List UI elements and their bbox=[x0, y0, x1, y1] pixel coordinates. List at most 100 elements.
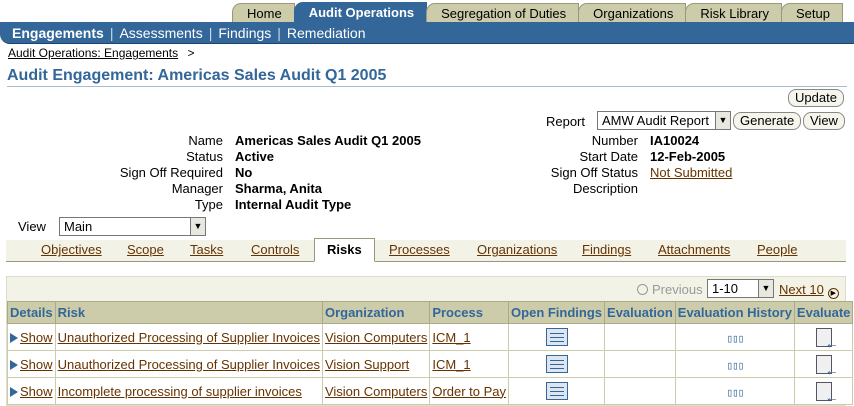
tab-risk-library[interactable]: Risk Library bbox=[685, 3, 783, 22]
evaluation-cell bbox=[604, 350, 676, 378]
breadcrumb-separator: > bbox=[187, 46, 195, 60]
organization-link[interactable]: Vision Support bbox=[325, 357, 409, 372]
tab-objectives[interactable]: Objectives bbox=[41, 242, 102, 257]
risk-link[interactable]: Incomplete processing of supplier invoic… bbox=[58, 384, 302, 399]
risk-link[interactable]: Unauthorized Processing of Supplier Invo… bbox=[58, 357, 320, 372]
organization-link[interactable]: Vision Computers bbox=[325, 384, 427, 399]
process-link[interactable]: ICM_1 bbox=[432, 330, 470, 345]
tab-people[interactable]: People bbox=[757, 242, 797, 257]
col-organization[interactable]: Organization bbox=[321, 301, 431, 324]
evaluate-icon[interactable] bbox=[815, 354, 839, 378]
open-findings-icon[interactable] bbox=[545, 328, 568, 346]
top-tab-bar: Home Audit Operations Segregation of Dut… bbox=[232, 2, 843, 22]
update-button[interactable]: Update bbox=[788, 89, 844, 107]
open-findings-icon[interactable] bbox=[545, 355, 568, 373]
expand-arrow-icon[interactable] bbox=[10, 332, 18, 343]
evaluate-icon[interactable] bbox=[815, 327, 839, 351]
report-select[interactable]: AMW Audit Report ▼ bbox=[597, 111, 731, 130]
tab-home[interactable]: Home bbox=[232, 3, 295, 22]
expand-arrow-icon[interactable] bbox=[10, 359, 18, 370]
evaluate-cell bbox=[793, 323, 854, 351]
dropdown-arrow-icon: ▼ bbox=[758, 280, 773, 297]
process-link[interactable]: ICM_1 bbox=[432, 357, 470, 372]
tab-segregation-of-duties[interactable]: Segregation of Duties bbox=[426, 3, 580, 22]
tab-audit-operations[interactable]: Audit Operations bbox=[293, 2, 428, 22]
view-button[interactable]: View bbox=[803, 112, 845, 130]
evaluation-history-cell: ▯▯▯ bbox=[674, 377, 795, 405]
start-date-label: Start Date bbox=[579, 149, 638, 164]
open-findings-cell bbox=[508, 350, 606, 378]
tab-controls[interactable]: Controls bbox=[251, 242, 299, 257]
manager-value: Sharma, Anita bbox=[235, 181, 322, 196]
generate-button[interactable]: Generate bbox=[733, 112, 802, 130]
tab-findings[interactable]: Findings bbox=[582, 242, 631, 257]
sub-tab-bar: Objectives Scope Tasks Controls Risks Pr… bbox=[6, 238, 846, 262]
evaluation-cell bbox=[604, 323, 676, 351]
details-cell: Show bbox=[7, 377, 56, 405]
details-cell: Show bbox=[7, 323, 56, 351]
sign-off-status-link[interactable]: Not Submitted bbox=[650, 165, 732, 180]
breadcrumb: Audit Operations: Engagements > bbox=[8, 46, 194, 60]
tab-risks[interactable]: Risks bbox=[314, 238, 375, 262]
risk-cell: Unauthorized Processing of Supplier Invo… bbox=[54, 323, 323, 351]
subnav-assessments[interactable]: Assessments bbox=[119, 25, 202, 41]
report-select-value: AMW Audit Report bbox=[602, 113, 709, 128]
organization-link[interactable]: Vision Computers bbox=[325, 330, 427, 345]
dropdown-arrow-icon: ▼ bbox=[190, 218, 205, 235]
risk-cell: Incomplete processing of supplier invoic… bbox=[54, 377, 323, 405]
col-risk[interactable]: Risk bbox=[54, 301, 323, 324]
sign-off-required-label: Sign Off Required bbox=[119, 165, 223, 180]
evaluation-history-cell: ▯▯▯ bbox=[674, 323, 795, 351]
evaluation-history-icon[interactable]: ▯▯▯ bbox=[726, 332, 744, 345]
pager-next-label[interactable]: Next 10 bbox=[779, 282, 824, 297]
tab-setup[interactable]: Setup bbox=[781, 3, 843, 22]
subnav-separator: | bbox=[208, 25, 213, 41]
previous-arrow-icon bbox=[637, 284, 648, 295]
pager-next[interactable]: Next 10 ▶ bbox=[779, 282, 839, 299]
evaluate-icon[interactable] bbox=[815, 381, 839, 405]
description-label: Description bbox=[572, 181, 638, 196]
show-details-link[interactable]: Show bbox=[20, 330, 53, 345]
subnav: Engagements | Assessments | Findings | R… bbox=[12, 25, 366, 41]
manager-label: Manager bbox=[171, 181, 223, 196]
breadcrumb-link-engagements[interactable]: Audit Operations: Engagements bbox=[8, 46, 178, 60]
process-link[interactable]: Order to Pay bbox=[432, 384, 506, 399]
sign-off-required-value: No bbox=[235, 165, 253, 180]
tab-attachments[interactable]: Attachments bbox=[658, 242, 730, 257]
risks-table-panel: Previous 1-10 ▼ Next 10 ▶ Details Risk Or… bbox=[6, 276, 854, 406]
subnav-engagements[interactable]: Engagements bbox=[12, 25, 104, 41]
show-details-link[interactable]: Show bbox=[20, 357, 53, 372]
subnav-remediation[interactable]: Remediation bbox=[287, 25, 366, 41]
tab-processes[interactable]: Processes bbox=[389, 242, 450, 257]
report-label: Report bbox=[545, 114, 585, 129]
name-label: Name bbox=[188, 133, 223, 148]
type-label: Type bbox=[194, 197, 223, 212]
expand-arrow-icon[interactable] bbox=[10, 386, 18, 397]
subnav-separator: | bbox=[109, 25, 114, 41]
organization-cell: Vision Computers bbox=[321, 323, 431, 351]
pager-range-value: 1-10 bbox=[712, 281, 739, 296]
status-label: Status bbox=[186, 149, 223, 164]
show-details-link[interactable]: Show bbox=[20, 384, 53, 399]
page-title: Audit Engagement: Americas Sales Audit Q… bbox=[7, 67, 847, 87]
tab-tasks[interactable]: Tasks bbox=[190, 242, 223, 257]
col-evaluate: Evaluate bbox=[793, 301, 854, 324]
tab-scope[interactable]: Scope bbox=[127, 242, 164, 257]
pager-previous-label: Previous bbox=[652, 282, 703, 297]
view-select[interactable]: Main ▼ bbox=[59, 217, 206, 236]
evaluation-history-icon[interactable]: ▯▯▯ bbox=[726, 359, 744, 372]
pager-range-select[interactable]: 1-10 ▼ bbox=[707, 279, 774, 298]
tab-organizations[interactable]: Organizations bbox=[578, 3, 687, 22]
next-arrow-icon[interactable]: ▶ bbox=[827, 288, 839, 299]
table-row: Show Unauthorized Processing of Supplier… bbox=[7, 323, 854, 351]
tab-organizations-sub[interactable]: Organizations bbox=[477, 242, 557, 257]
open-findings-cell bbox=[508, 323, 606, 351]
evaluation-history-icon[interactable]: ▯▯▯ bbox=[726, 386, 744, 399]
risk-link[interactable]: Unauthorized Processing of Supplier Invo… bbox=[58, 330, 320, 345]
open-findings-icon[interactable] bbox=[545, 382, 568, 400]
subnav-findings[interactable]: Findings bbox=[218, 25, 271, 41]
col-open-findings: Open Findings bbox=[508, 301, 606, 324]
col-process[interactable]: Process bbox=[429, 301, 510, 324]
process-cell: ICM_1 bbox=[429, 323, 510, 351]
status-value: Active bbox=[235, 149, 275, 164]
